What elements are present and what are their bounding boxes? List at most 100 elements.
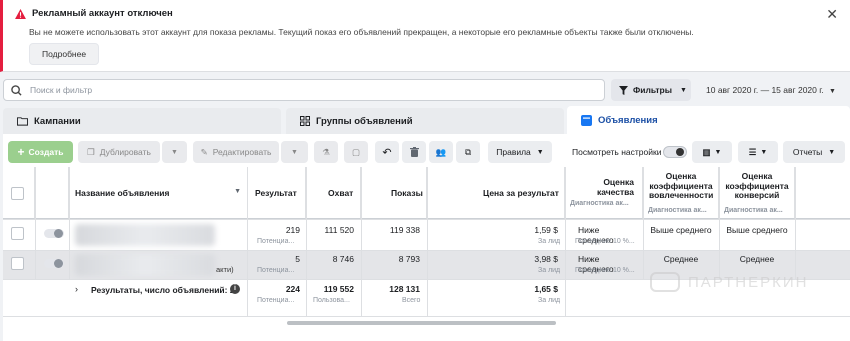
tab-ad-sets[interactable]: Группы объявлений: [286, 108, 564, 134]
duplicate-label: Дублировать: [99, 147, 151, 157]
divider: [795, 167, 796, 279]
watermark: ПАРТНЕРКИН: [650, 272, 808, 292]
row-toggle[interactable]: [44, 229, 64, 238]
row-result: 5: [295, 254, 300, 264]
row-result-sub: Потенциа...: [257, 267, 295, 274]
breakdown-icon: ☰: [748, 146, 757, 157]
divider: [719, 167, 720, 279]
header-impressions[interactable]: Показы: [361, 167, 427, 219]
caret-down-icon: ▼: [714, 148, 722, 156]
expand-chevron-icon[interactable]: ›: [75, 284, 78, 294]
grid-icon: [300, 116, 310, 126]
tab-ads[interactable]: Объявления: [567, 106, 850, 135]
row-impressions: 119 338: [389, 225, 420, 235]
alert-text: Вы не можете использовать этот аккаунт д…: [29, 27, 694, 37]
header-impressions-label: Показы: [391, 188, 423, 198]
header-reach[interactable]: Охват: [306, 167, 361, 219]
ad-icon: [581, 115, 592, 126]
people-icon: 👥: [435, 146, 447, 157]
filters-label: Фильтры: [633, 85, 672, 95]
learn-more-button[interactable]: Подробнее: [29, 43, 100, 65]
header-name-label: Название объявления: [75, 188, 170, 198]
totals-label: Результаты, число объявлений: 2: [91, 285, 235, 295]
row-checkbox[interactable]: [11, 227, 24, 240]
preview-button[interactable]: ⧉: [456, 141, 480, 163]
reports-button[interactable]: Отчеты ▼: [783, 141, 845, 163]
ad-name-blurred[interactable]: [75, 224, 215, 246]
info-icon[interactable]: i: [230, 284, 240, 294]
search-input[interactable]: [30, 82, 590, 98]
row-conversion: Выше среднего: [726, 225, 788, 235]
edit-label: Редактировать: [212, 147, 272, 157]
caret-down-icon: ▼: [679, 86, 687, 94]
header-name[interactable]: Название объявления ▼: [69, 167, 248, 219]
header-quality[interactable]: Оценка качества Диагностика ак...: [565, 167, 643, 219]
watermark-text: ПАРТНЕРКИН: [688, 273, 809, 291]
tab-campaigns-label: Кампании: [34, 115, 81, 127]
divider: [565, 167, 566, 316]
header-engagement-label: Оценка коэффициента вовлеченности: [649, 171, 714, 200]
divider: [643, 167, 644, 279]
totals-reach-sub: Пользова...: [313, 297, 350, 304]
create-button[interactable]: + Создать: [8, 141, 73, 163]
totals-result: 224: [285, 284, 300, 294]
edit-dropdown[interactable]: ▼: [281, 141, 308, 163]
totals-cost-sub: За лид: [538, 297, 561, 304]
row-toggle[interactable]: [44, 259, 64, 268]
delete-button[interactable]: [402, 141, 426, 163]
undo-icon: ↶: [382, 146, 392, 159]
search-bar[interactable]: [3, 79, 605, 101]
edit-button[interactable]: ✎ Редактировать: [193, 141, 279, 163]
date-range-text: 10 авг 2020 г. — 15 авг 2020 г.: [706, 85, 824, 95]
row-checkbox[interactable]: [11, 257, 24, 270]
tab-campaigns[interactable]: Кампании: [3, 108, 281, 134]
divider: [69, 167, 70, 279]
row-cost-sub: За лид: [538, 238, 561, 245]
row-quality-sub: Последние 10 %...: [575, 267, 635, 274]
header-result[interactable]: Результат: [248, 167, 306, 219]
test-button[interactable]: ⚗: [314, 141, 338, 163]
header-toggle-cell: [35, 167, 69, 219]
duplicate-icon: ❐: [87, 146, 95, 157]
select-all-checkbox[interactable]: [11, 187, 24, 200]
row-cost-sub: За лид: [538, 267, 561, 274]
header-engagement-sub: Диагностика ак...: [648, 207, 707, 214]
header-engagement[interactable]: Оценка коэффициента вовлеченности Диагно…: [643, 167, 719, 219]
row-impressions: 8 793: [398, 254, 420, 264]
divider: [361, 167, 362, 316]
row-name-suffix: акти): [216, 265, 234, 274]
breakdown-button[interactable]: ☰ ▼: [738, 141, 778, 163]
filters-button[interactable]: Фильтры ▼: [611, 79, 691, 101]
duplicate-dropdown[interactable]: ▼: [162, 141, 187, 163]
sort-icon[interactable]: ▼: [234, 188, 241, 195]
plus-icon: +: [17, 145, 25, 159]
audience-button[interactable]: 👥: [429, 141, 453, 163]
caret-down-icon: ▼: [536, 148, 544, 156]
header-checkbox-cell: [3, 167, 35, 219]
tab-ad-sets-label: Группы объявлений: [316, 115, 413, 127]
header-conversion[interactable]: Оценка коэффициента конверсий Диагностик…: [719, 167, 795, 219]
row-cost: 1,59 $: [534, 225, 558, 235]
columns-icon: ▥: [702, 146, 711, 157]
rules-label: Правила: [496, 147, 531, 157]
duplicate-button[interactable]: ❐ Дублировать: [78, 141, 160, 163]
columns-button[interactable]: ▥ ▼: [692, 141, 732, 163]
filter-icon: [619, 85, 628, 95]
caret-down-icon: ▼: [829, 88, 836, 95]
account-disabled-alert: Рекламный аккаунт отключен Вы не можете …: [0, 0, 850, 72]
ad-name-blurred[interactable]: [75, 254, 215, 276]
close-icon[interactable]: ✕: [826, 6, 838, 23]
delete-draft-button[interactable]: ▢: [344, 141, 368, 163]
header-cost[interactable]: Цена за результат: [427, 167, 565, 219]
header-result-label: Результат: [255, 188, 297, 198]
undo-button[interactable]: ↶: [375, 141, 399, 163]
date-range-picker[interactable]: 10 авг 2020 г. — 15 авг 2020 г. ▼: [706, 85, 836, 95]
totals-cost: 1,65 $: [534, 284, 558, 294]
header-empty: [795, 167, 850, 219]
header-cost-label: Цена за результат: [483, 188, 559, 198]
row-quality-sub: Последние 10 %...: [575, 238, 635, 245]
row-cost: 3,98 $: [534, 254, 558, 264]
view-settings-toggle[interactable]: [663, 146, 687, 158]
rules-button[interactable]: Правила ▼: [488, 141, 552, 163]
horizontal-scrollbar[interactable]: [287, 321, 556, 325]
